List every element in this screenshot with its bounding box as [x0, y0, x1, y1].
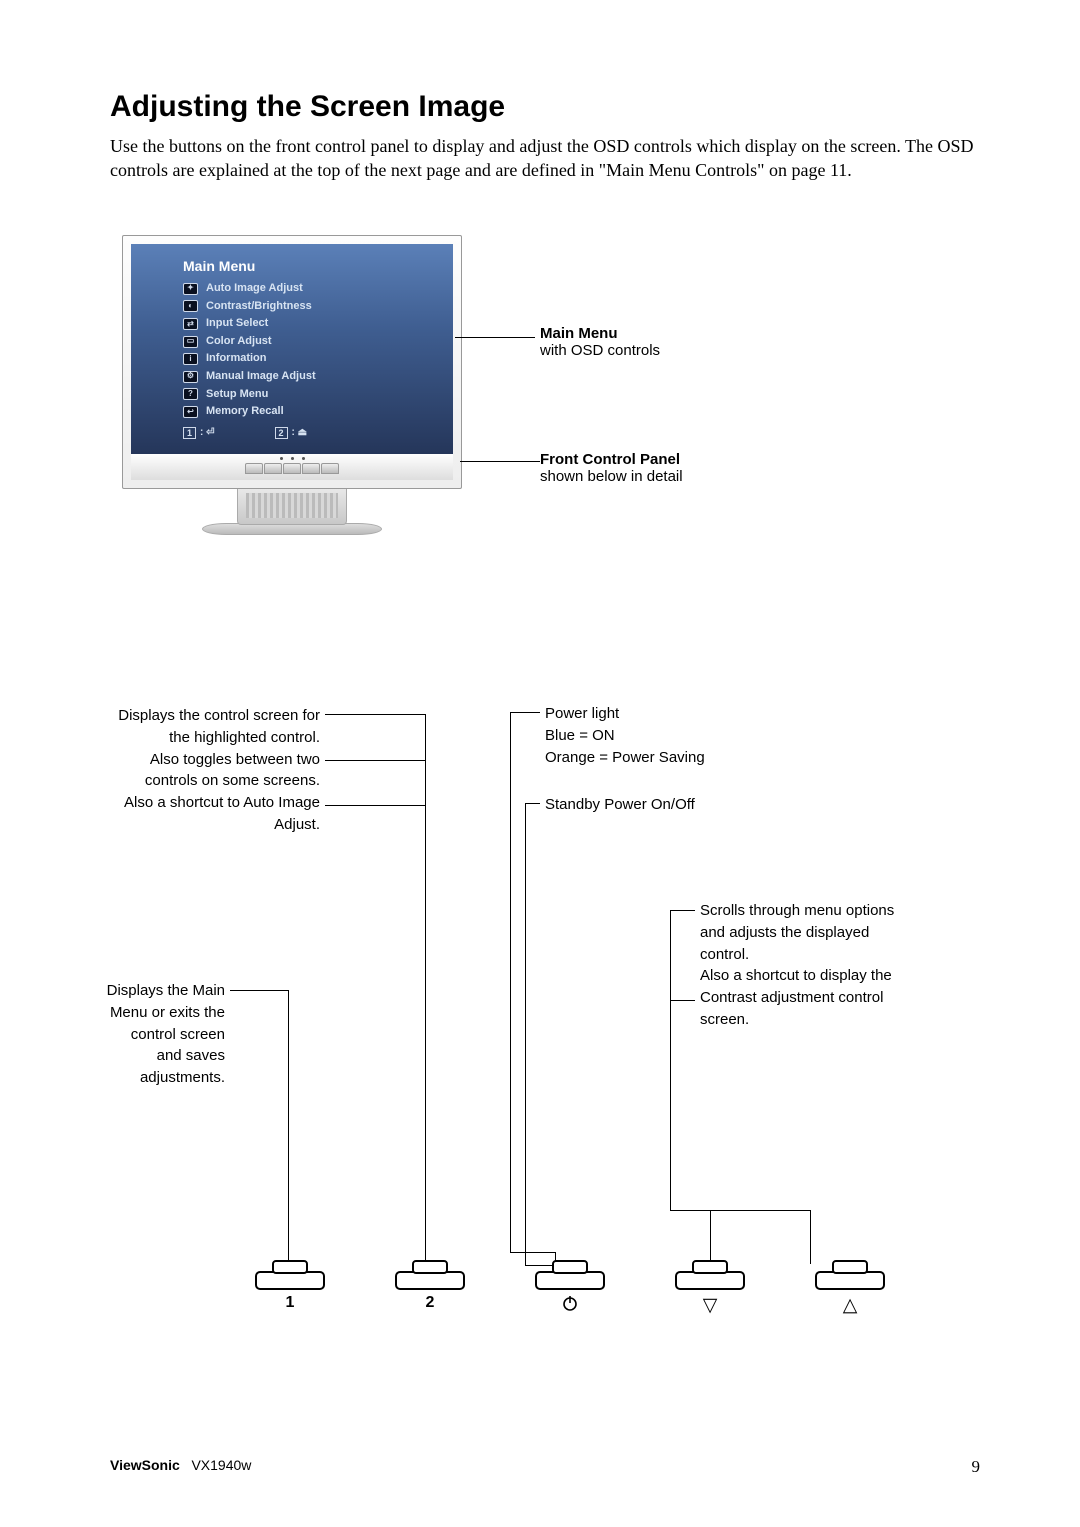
- osd-item: Setup Menu: [206, 386, 268, 404]
- page-heading: Adjusting the Screen Image: [110, 90, 980, 124]
- button-1-label: 1: [286, 1294, 295, 1312]
- osd-menu-list: ✦Auto Image Adjust ◐Contrast/Brightness …: [143, 280, 441, 421]
- callout-line-text: Power light: [545, 703, 785, 725]
- osd-footer-2: 2: [275, 427, 288, 439]
- main-menu-callout-sub: with OSD controls: [540, 342, 683, 359]
- callout-line-text: Displays the Main Menu or exits the cont…: [105, 980, 225, 1089]
- callout-standby-text: Standby Power On/Off: [545, 794, 785, 816]
- main-menu-callout: Main Menu with OSD controls: [540, 325, 683, 359]
- osd-item: Auto Image Adjust: [206, 280, 303, 298]
- footer-brand: ViewSonic: [110, 1457, 180, 1473]
- callout-line: [455, 337, 535, 338]
- callout-line-text: Displays the control screen for the high…: [110, 705, 320, 749]
- button-power[interactable]: [535, 1260, 605, 1318]
- callout-line: [460, 461, 540, 462]
- button-2[interactable]: 2: [395, 1260, 465, 1312]
- osd-item: Color Adjust: [206, 333, 272, 351]
- monitor-illustration: Main Menu ✦Auto Image Adjust ◐Contrast/B…: [122, 235, 462, 535]
- callout-line-text: Also a shortcut to display the Contrast …: [700, 965, 900, 1030]
- footer-model: VX1940w: [191, 1457, 251, 1473]
- callout-line-text: Standby Power On/Off: [545, 794, 785, 816]
- callout-line-text: Blue = ON: [545, 725, 785, 747]
- osd-footer-1: 1: [183, 427, 196, 439]
- callout-line-text: Orange = Power Saving: [545, 747, 785, 769]
- page-number: 9: [972, 1457, 981, 1477]
- callout-powerlight-text: Power light Blue = ON Orange = Power Sav…: [545, 703, 785, 768]
- osd-item: Contrast/Brightness: [206, 298, 312, 316]
- front-panel-buttons: 1 2 ▽: [255, 1260, 885, 1318]
- osd-item: Memory Recall: [206, 403, 284, 421]
- callout-line-text: Scrolls through menu options and adjusts…: [700, 900, 900, 965]
- triangle-down-icon: ▽: [703, 1294, 718, 1317]
- callout-line-text: Also a shortcut to Auto Image Adjust.: [110, 792, 320, 836]
- osd-item: Input Select: [206, 315, 268, 333]
- button-2-label: 2: [426, 1294, 435, 1312]
- intro-paragraph: Use the buttons on the front control pan…: [110, 134, 980, 183]
- front-panel-callout-sub: shown below in detail: [540, 468, 683, 485]
- front-panel-callout-title: Front Control Panel: [540, 451, 683, 468]
- triangle-up-icon: △: [843, 1294, 858, 1317]
- main-menu-callout-title: Main Menu: [540, 325, 683, 342]
- button-1[interactable]: 1: [255, 1260, 325, 1312]
- callout-scroll-text: Scrolls through menu options and adjusts…: [700, 900, 900, 1031]
- button-up[interactable]: △: [815, 1260, 885, 1317]
- footer-brand-model: ViewSonic VX1940w: [110, 1457, 251, 1477]
- power-icon: [561, 1294, 579, 1318]
- button-down[interactable]: ▽: [675, 1260, 745, 1317]
- osd-item: Manual Image Adjust: [206, 368, 316, 386]
- callout-button1-text: Displays the Main Menu or exits the cont…: [105, 980, 225, 1089]
- osd-item: Information: [206, 350, 267, 368]
- osd-title: Main Menu: [143, 258, 441, 274]
- callout-line-text: Also toggles between two controls on som…: [110, 749, 320, 793]
- callout-button2-text: Displays the control screen for the high…: [110, 705, 320, 836]
- front-panel-callout: Front Control Panel shown below in detai…: [540, 451, 683, 485]
